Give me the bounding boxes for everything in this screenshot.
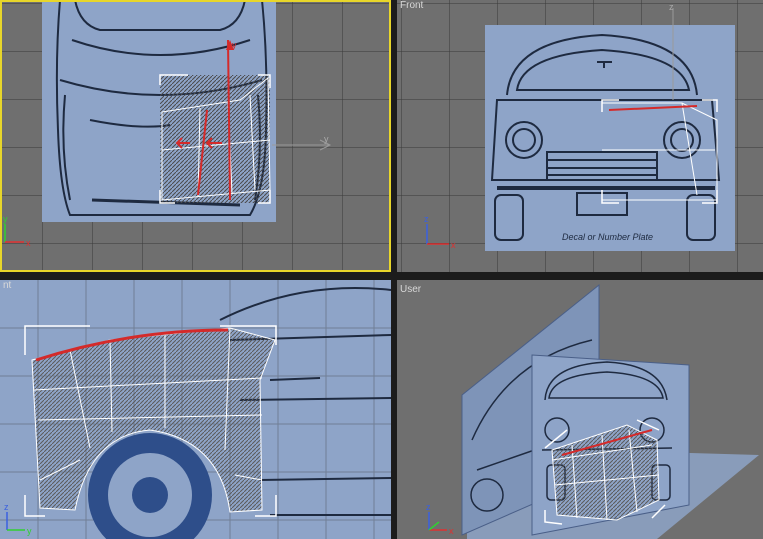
- fender-mesh-top[interactable]: [160, 75, 270, 203]
- svg-text:x: x: [449, 526, 454, 536]
- ghost-axis-letter: y: [324, 134, 329, 144]
- gizmo-y-letter: y: [232, 40, 237, 50]
- viewport-user[interactable]: z x User: [397, 280, 763, 539]
- viewport-user-label[interactable]: User: [400, 284, 421, 295]
- viewport-front[interactable]: Decal or Number Plate z z x Front: [397, 0, 763, 272]
- viewport-left-canvas: z y: [0, 280, 391, 539]
- viewport-top-canvas: y y y x: [0, 0, 391, 272]
- ghost-z-letter: z: [669, 2, 674, 12]
- svg-text:z: z: [424, 214, 429, 224]
- svg-text:y: y: [27, 526, 32, 536]
- wheel-hub: [132, 477, 168, 513]
- viewport-front-canvas: Decal or Number Plate z z x: [397, 0, 763, 272]
- svg-text:y: y: [3, 214, 8, 224]
- viewport-left-label[interactable]: nt: [3, 280, 11, 291]
- viewport-left[interactable]: z y nt: [0, 280, 391, 539]
- viewport-user-canvas: z x: [397, 280, 763, 539]
- viewport-front-label[interactable]: Front: [400, 0, 423, 11]
- number-plate-caption: Decal or Number Plate: [562, 232, 653, 242]
- svg-text:z: z: [426, 502, 431, 512]
- viewport-top[interactable]: y y y x: [0, 0, 391, 272]
- svg-text:x: x: [451, 240, 456, 250]
- viewport-divider-horizontal[interactable]: [0, 272, 763, 280]
- svg-text:z: z: [4, 502, 9, 512]
- svg-text:x: x: [26, 238, 31, 248]
